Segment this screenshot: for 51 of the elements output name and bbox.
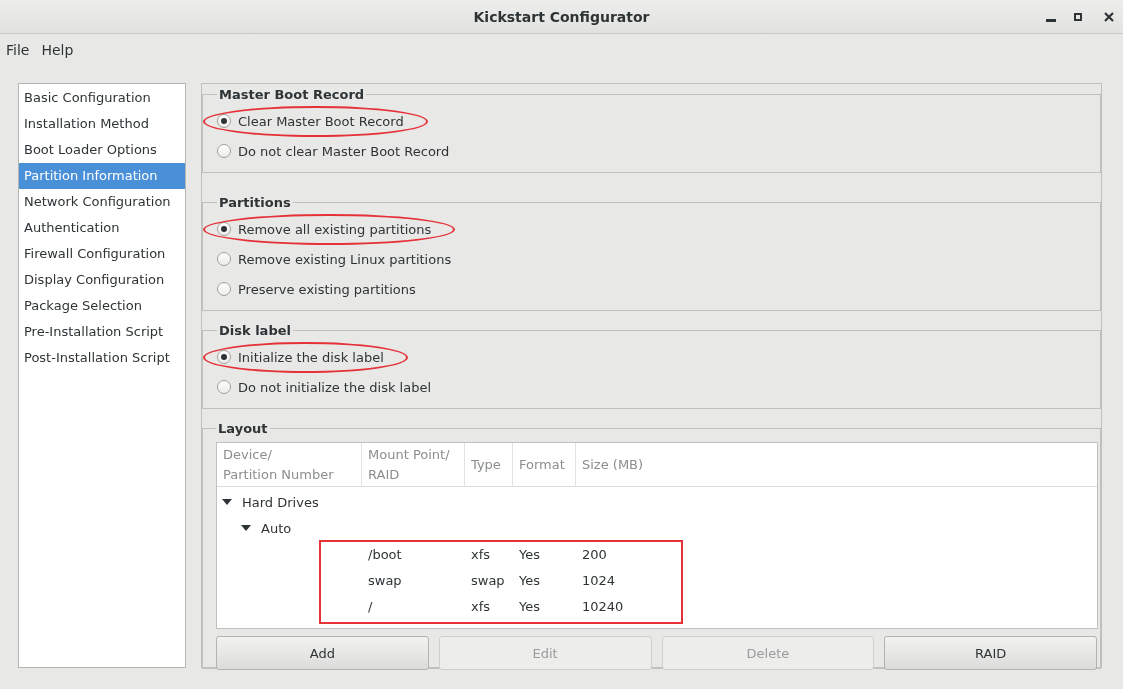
table-cell-text: Yes (518, 598, 541, 614)
section-title: Layout (217, 421, 269, 436)
table-cell-text: 200 (581, 546, 608, 562)
window-title: Kickstart Configurator (473, 8, 650, 25)
table-cell-text: xfs (470, 546, 492, 562)
section-title: Disk label (218, 323, 292, 338)
close-icon[interactable] (1104, 11, 1114, 22)
radio-label[interactable]: Clear Master Boot Record (238, 113, 404, 129)
tree-item[interactable]: Auto (261, 520, 292, 536)
radio-label[interactable]: Do not clear Master Boot Record (238, 143, 450, 159)
radio-button[interactable] (217, 114, 231, 128)
radio-label[interactable]: Initialize the disk label (238, 349, 384, 365)
maximize-icon[interactable] (1074, 12, 1082, 21)
table-cell-text: /boot (367, 546, 403, 562)
sidebar-item[interactable]: Authentication (19, 215, 185, 241)
sidebar-item[interactable]: Basic Configuration (19, 85, 185, 111)
sidebar-item[interactable]: Display Configuration (19, 267, 185, 293)
radio-label[interactable]: Preserve existing partitions (238, 281, 416, 297)
sidebar-item[interactable]: Network Configuration (19, 189, 185, 215)
sidebar-item[interactable]: Installation Method (19, 111, 185, 137)
menu-item[interactable]: File (0, 41, 36, 58)
radio-button[interactable] (217, 380, 231, 394)
sidebar-item[interactable]: Pre-Installation Script (19, 319, 185, 345)
radio-label[interactable]: Do not initialize the disk label (238, 379, 432, 395)
sidebar-item[interactable]: Package Selection (19, 293, 185, 319)
action-button[interactable]: RAID (884, 636, 1097, 670)
section-title: Partitions (218, 195, 292, 210)
table-cell-text: xfs (470, 598, 492, 614)
radio-button[interactable] (217, 222, 231, 236)
expander-icon[interactable] (222, 499, 232, 505)
radio-label[interactable]: Remove all existing partitions (238, 221, 432, 237)
menu-item[interactable]: Help (35, 41, 80, 58)
table-cell-text: Yes (518, 546, 541, 562)
radio-button[interactable] (217, 350, 231, 364)
sidebar-item[interactable]: Boot Loader Options (19, 137, 185, 163)
table-cell-text: / (367, 598, 374, 614)
tree-item[interactable]: Hard Drives (242, 494, 319, 510)
table-cell-text: 1024 (581, 572, 617, 588)
table-cell-text: 10240 (581, 598, 625, 614)
radio-label[interactable]: Remove existing Linux partitions (238, 251, 452, 267)
radio-button[interactable] (217, 144, 231, 158)
sidebar-item[interactable]: Firewall Configuration (19, 241, 185, 267)
sidebar-item[interactable]: Post-Installation Script (19, 345, 185, 371)
expander-icon[interactable] (241, 525, 251, 531)
table-cell-text: swap (367, 572, 403, 588)
radio-button[interactable] (217, 252, 231, 266)
action-button[interactable]: Add (216, 636, 429, 670)
table-cell-text: Yes (518, 572, 541, 588)
section-title: Master Boot Record (218, 87, 366, 102)
radio-button[interactable] (217, 282, 231, 296)
table-cell-text: swap (470, 572, 506, 588)
